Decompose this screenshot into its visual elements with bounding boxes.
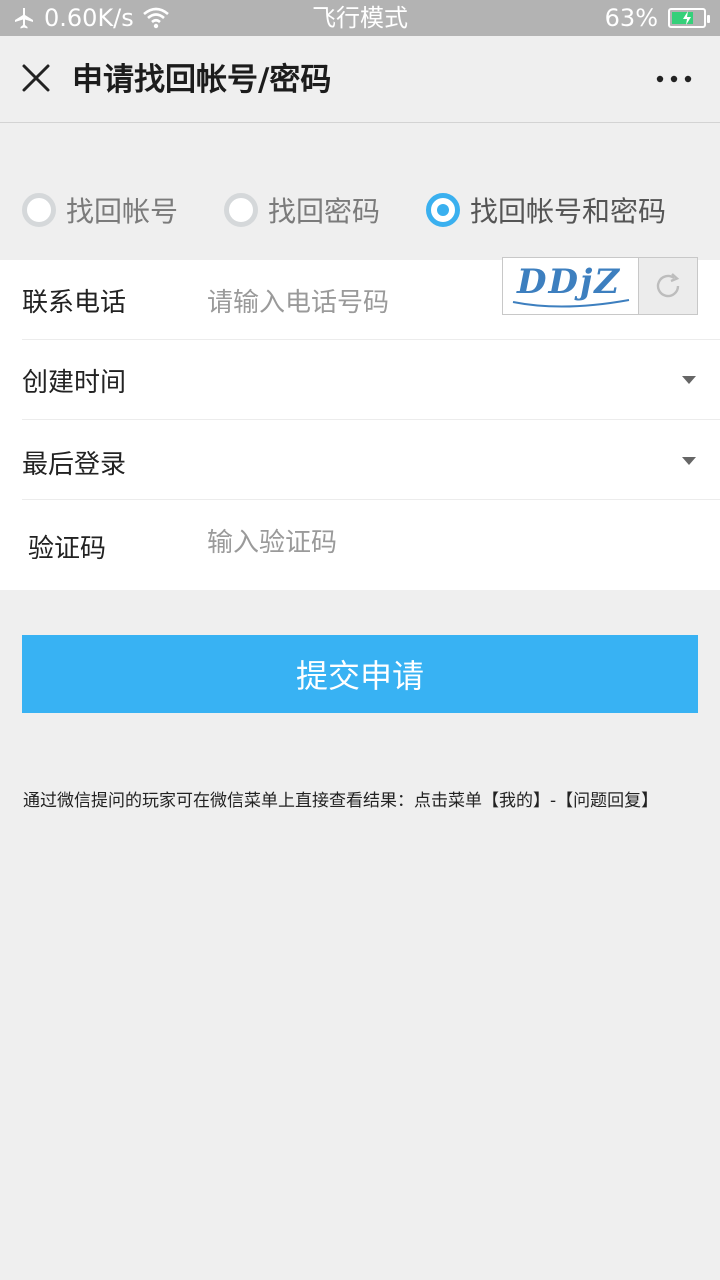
status-bar: 0.60K/s 飞行模式 63% xyxy=(0,0,720,36)
dropdown-arrow-icon[interactable] xyxy=(682,376,696,384)
captcha-input[interactable]: 输入验证码 xyxy=(207,522,337,559)
phone-input[interactable]: 请输入电话号码 xyxy=(207,282,389,319)
option-account[interactable]: 找回帐号 xyxy=(22,170,178,250)
phone-label: 联系电话 xyxy=(22,288,127,318)
radio-unchecked-icon xyxy=(22,193,56,227)
dropdown-arrow-icon[interactable] xyxy=(682,457,696,465)
recovery-type-options: 找回帐号 找回密码 找回帐号和密码 xyxy=(0,170,720,250)
option-account-and-password[interactable]: 找回帐号和密码 xyxy=(426,170,666,250)
created-time-row[interactable]: 创建时间 xyxy=(22,340,720,420)
page-title: 申请找回帐号/密码 xyxy=(72,62,332,98)
refresh-icon xyxy=(656,273,680,298)
battery-icon xyxy=(668,8,710,28)
created-time-label: 创建时间 xyxy=(22,368,127,398)
option-label: 找回帐号 xyxy=(66,195,179,228)
refresh-captcha-button[interactable] xyxy=(639,258,697,314)
captcha-label: 验证码 xyxy=(28,534,107,564)
captcha-box: DDjZ xyxy=(502,257,698,315)
captcha-noise-line xyxy=(512,299,630,308)
hint-text: 通过微信提问的玩家可在微信菜单上直接查看结果：点击菜单【我的】-【问题回复】 xyxy=(23,791,659,811)
battery-percent: 63% xyxy=(604,4,658,32)
close-icon[interactable] xyxy=(18,60,54,96)
radio-unchecked-icon xyxy=(224,193,258,227)
more-icon[interactable] xyxy=(654,66,694,92)
option-label: 找回帐号和密码 xyxy=(470,195,667,228)
radio-checked-icon xyxy=(426,193,460,227)
last-login-row[interactable]: 最后登录 xyxy=(22,420,720,500)
status-right: 63% xyxy=(604,4,710,32)
submit-button[interactable]: 提交申请 xyxy=(22,635,698,713)
app-header: 申请找回帐号/密码 xyxy=(0,36,720,123)
option-password[interactable]: 找回密码 xyxy=(224,170,380,250)
option-label: 找回密码 xyxy=(268,195,381,228)
captcha-image[interactable]: DDjZ xyxy=(503,258,639,314)
captcha-row: 验证码 输入验证码 xyxy=(22,500,720,590)
last-login-label: 最后登录 xyxy=(22,450,127,480)
